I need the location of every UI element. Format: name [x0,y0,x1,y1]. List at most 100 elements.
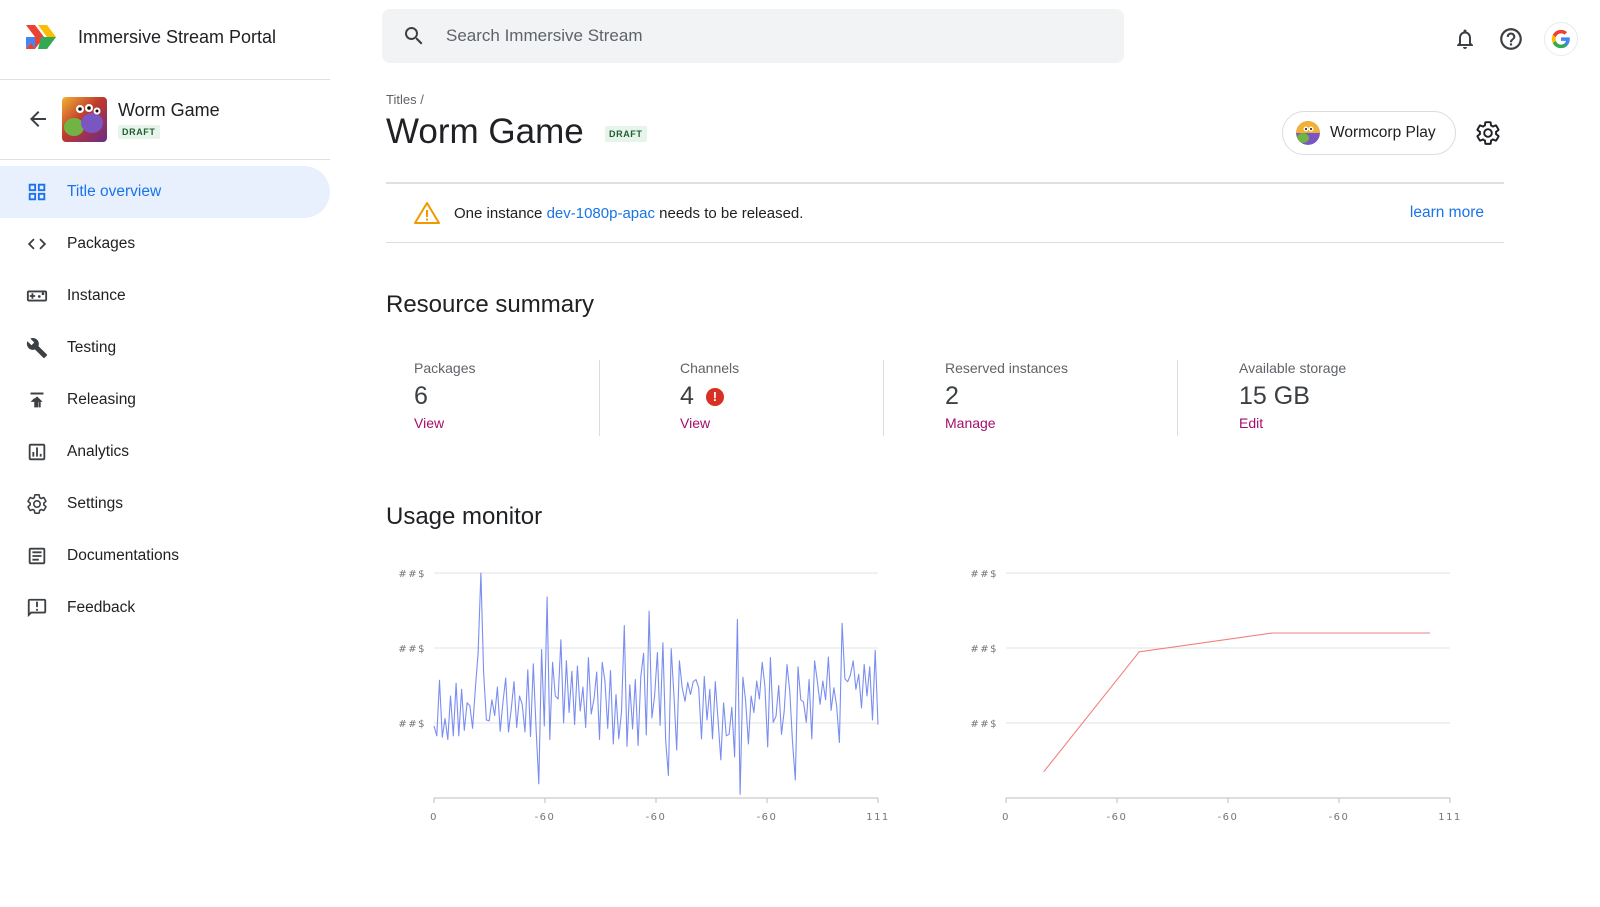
sidebar-item-label: Analytics [67,443,130,460]
sidebar-item-instance[interactable]: Instance [0,270,330,322]
feedback-icon [26,597,48,619]
sidebar-item-testing[interactable]: Testing [0,322,330,374]
sidebar-item-label: Instance [67,287,126,304]
org-avatar [1296,121,1320,145]
wrench-icon [26,337,48,359]
x-tick-label: 0 [1002,812,1010,823]
sidebar: Immersive Stream Portal Worm Game DRAFT … [0,0,330,907]
sidebar-item-documentations[interactable]: Documentations [0,530,330,582]
sidebar-item-label: Settings [67,495,124,512]
stat-packages: Packages 6 View [414,360,475,431]
sidebar-item-releasing[interactable]: Releasing [0,374,330,426]
title-panel: Worm Game DRAFT [0,81,330,159]
org-switcher-button[interactable]: Wormcorp Play [1282,111,1456,155]
gear-icon [26,493,48,515]
sidebar-item-packages[interactable]: Packages [0,218,330,270]
edit-storage-link[interactable]: Edit [1239,415,1346,431]
x-tick-label: 0 [430,812,438,823]
stat-label: Channels [680,360,740,376]
help-icon[interactable] [1498,26,1524,52]
resource-summary-title: Resource summary [386,291,595,318]
bell-icon[interactable] [1452,26,1478,52]
stat-channels: Channels 4! View [680,360,739,431]
stat-number: 6 [414,382,428,410]
view-channels-link[interactable]: View [680,415,739,431]
stat-divider [599,360,600,436]
app-title: Immersive Stream Portal [78,26,277,47]
stat-available-storage: Available storage 15 GB Edit [1239,360,1346,431]
y-tick-label: ##$ [398,644,426,655]
sidebar-item-label: Releasing [67,391,136,408]
search-icon [405,27,423,45]
status-badge: DRAFT [605,126,647,142]
org-name: Wormcorp Play [1330,124,1436,141]
y-tick-label: ##$ [970,644,998,655]
release-alert: One instance dev-1080p-apac needs to be … [386,184,1504,242]
x-tick-label: 111 [1438,812,1462,823]
search-bar[interactable]: Search Immersive Stream [382,9,1124,63]
title-name: Worm Game [118,100,220,120]
sidebar-item-settings[interactable]: Settings [0,478,330,530]
x-tick-label: -60 [757,812,778,823]
sidebar-item-label: Packages [67,235,136,252]
alert-message: One instance dev-1080p-apac needs to be … [454,205,803,222]
alert-prefix: One instance [454,204,547,222]
immersive-stream-logo-icon [26,25,56,49]
page-title: Worm Game [386,112,584,151]
stat-divider [883,360,884,436]
x-tick-label: -60 [1218,812,1239,823]
x-tick-label: -60 [646,812,667,823]
sidebar-item-label: Documentations [67,547,180,564]
draft-badge: DRAFT [118,125,160,139]
sidebar-item-title-overview[interactable]: Title overview [0,166,330,218]
stat-value: 6 [414,382,475,411]
manage-instances-link[interactable]: Manage [945,415,1068,431]
stat-label: Reserved instances [945,360,1068,376]
sidebar-item-feedback[interactable]: Feedback [0,582,330,634]
alert-divider [386,242,1504,243]
app-brand[interactable]: Immersive Stream Portal [26,22,276,52]
usage-chart-left: ##$ ##$ ##$ 0 -60 -60 -60 111 [398,570,890,823]
y-tick-label: ##$ [398,719,426,730]
stat-value: 2 [945,382,1068,411]
view-packages-link[interactable]: View [414,415,475,431]
topbar-actions [1432,22,1578,56]
google-account-icon[interactable] [1544,22,1578,56]
x-tick-label: -60 [535,812,556,823]
stat-number: 4 [680,382,694,410]
sidebar-item-label: Feedback [67,599,136,616]
stat-value: 15 GB [1239,382,1346,411]
gamepad-icon [26,285,48,307]
learn-more-link[interactable]: learn more [1410,204,1484,222]
sidebar-nav: Title overview Packages Instance Testing… [0,166,330,634]
error-icon: ! [705,387,724,406]
warning-icon [414,202,440,224]
x-tick-label: -60 [1329,812,1350,823]
usage-monitor-title: Usage monitor [386,503,543,530]
back-arrow-icon[interactable] [26,107,50,131]
series-line [1043,632,1430,773]
code-icon [26,233,48,255]
search-input[interactable]: Search Immersive Stream [446,26,643,46]
stat-label: Packages [414,360,476,376]
sidebar-item-analytics[interactable]: Analytics [0,426,330,478]
stat-divider [1177,360,1178,436]
stat-number: 15 GB [1239,382,1310,410]
worm-game-art-icon [62,97,107,142]
series-line [433,572,879,795]
settings-gear-icon[interactable] [1475,120,1501,146]
analytics-icon [26,441,48,463]
publish-icon [26,389,48,411]
stat-value: 4! [680,382,739,411]
instance-link[interactable]: dev-1080p-apac [547,205,655,222]
x-tick-label: -60 [1107,812,1128,823]
x-tick-label: 111 [866,812,890,823]
sidebar-item-label: Title overview [67,183,162,200]
game-thumbnail [62,97,107,142]
usage-chart-right: ##$ ##$ ##$ 0 -60 -60 -60 111 [970,570,1462,823]
sidebar-item-label: Testing [67,339,117,356]
y-tick-label: ##$ [970,570,998,580]
stat-reserved-instances: Reserved instances 2 Manage [945,360,1068,431]
y-tick-label: ##$ [970,719,998,730]
breadcrumb[interactable]: Titles / [386,92,424,107]
